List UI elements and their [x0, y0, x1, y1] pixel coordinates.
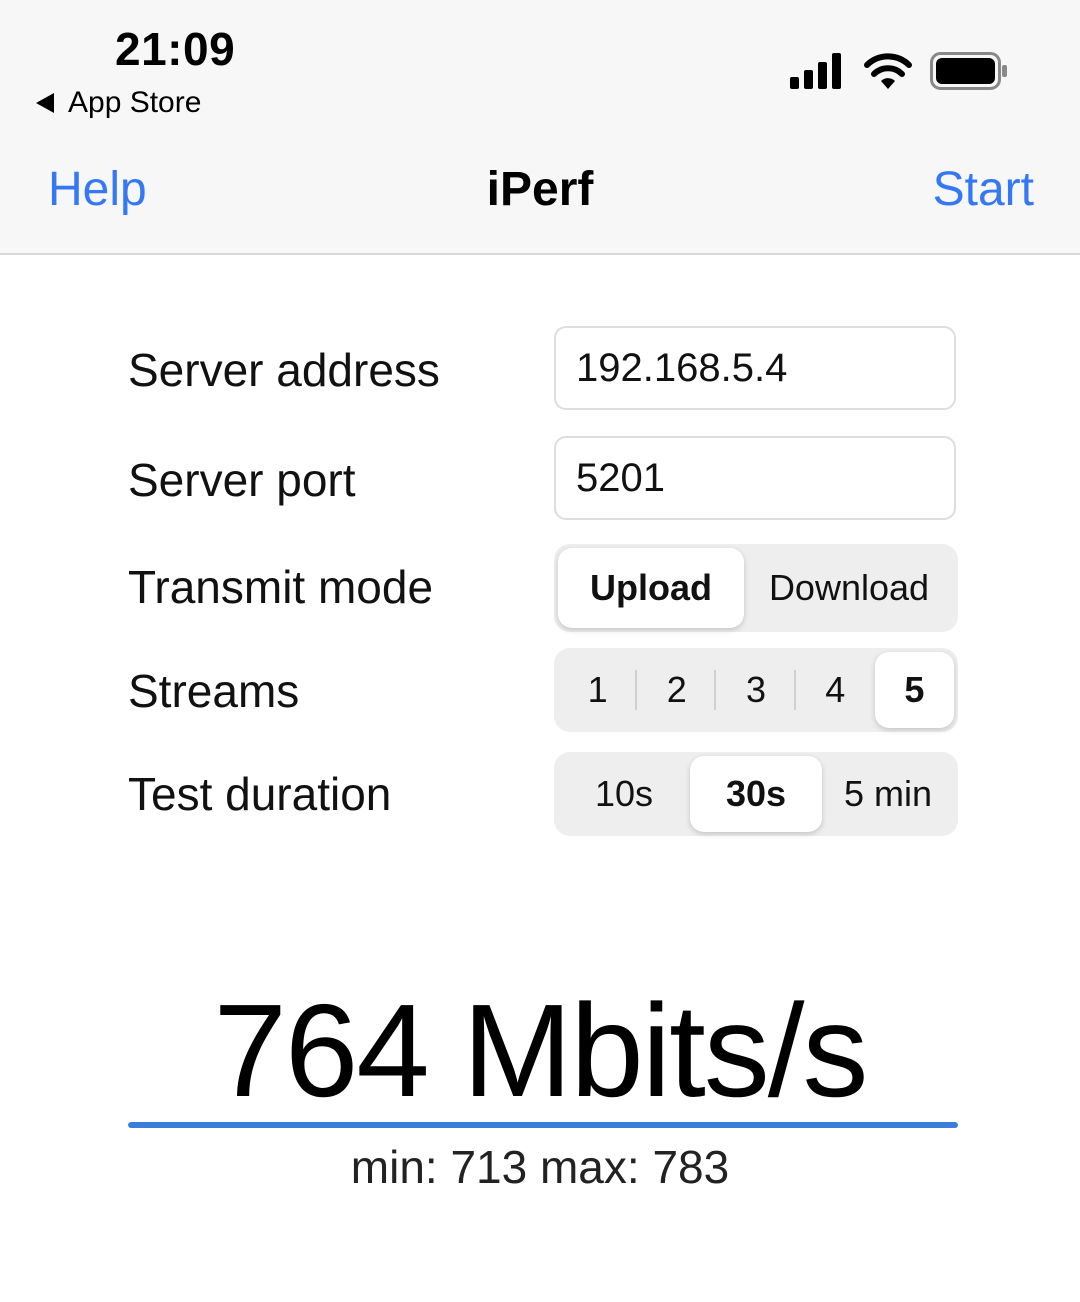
streams-option-2[interactable]: 2: [637, 652, 717, 728]
wifi-icon: [864, 53, 912, 89]
signal-icon: [790, 53, 841, 89]
streams-option-1[interactable]: 1: [558, 652, 638, 728]
server-address-label: Server address: [128, 344, 440, 396]
streams-option-3[interactable]: 3: [716, 652, 796, 728]
streams-option-4[interactable]: 4: [796, 652, 875, 728]
back-arrow-icon: [36, 93, 54, 113]
duration-option-5min[interactable]: 5 min: [822, 756, 954, 832]
streams-option-5[interactable]: 5: [874, 652, 955, 728]
progress-fill: [128, 1122, 958, 1128]
status-time: 21:09: [115, 23, 236, 75]
test-duration-control: 10s 30s 5 min: [554, 752, 958, 836]
transmit-upload-option[interactable]: Upload: [558, 548, 744, 628]
battery-icon: [930, 52, 1007, 90]
page-title: iPerf: [486, 163, 594, 216]
back-to-app-store[interactable]: App Store: [36, 86, 201, 120]
server-port-label: Server port: [128, 454, 356, 506]
streams-control: 1 2 3 4 5: [554, 648, 958, 732]
progress-bar: [128, 1122, 958, 1128]
server-port-input[interactable]: 5201: [554, 436, 956, 520]
duration-option-30s[interactable]: 30s: [690, 756, 822, 832]
server-address-input[interactable]: 192.168.5.4: [554, 326, 956, 410]
min-max-stats: min: 713 max: 783: [350, 1141, 730, 1193]
duration-option-10s[interactable]: 10s: [558, 756, 690, 832]
transmit-download-option[interactable]: Download: [744, 548, 954, 628]
back-label: App Store: [68, 86, 202, 119]
start-button[interactable]: Start: [933, 162, 1034, 217]
speed-result: 764 Mbits/s: [213, 977, 869, 1124]
test-duration-label: Test duration: [128, 768, 392, 820]
transmit-mode-control: Upload Download: [554, 544, 958, 632]
transmit-mode-label: Transmit mode: [128, 561, 434, 613]
status-icons: [790, 52, 1008, 90]
top-bar: 21:09 App Store Help iPerf Start: [0, 0, 1080, 255]
streams-label: Streams: [128, 665, 300, 717]
